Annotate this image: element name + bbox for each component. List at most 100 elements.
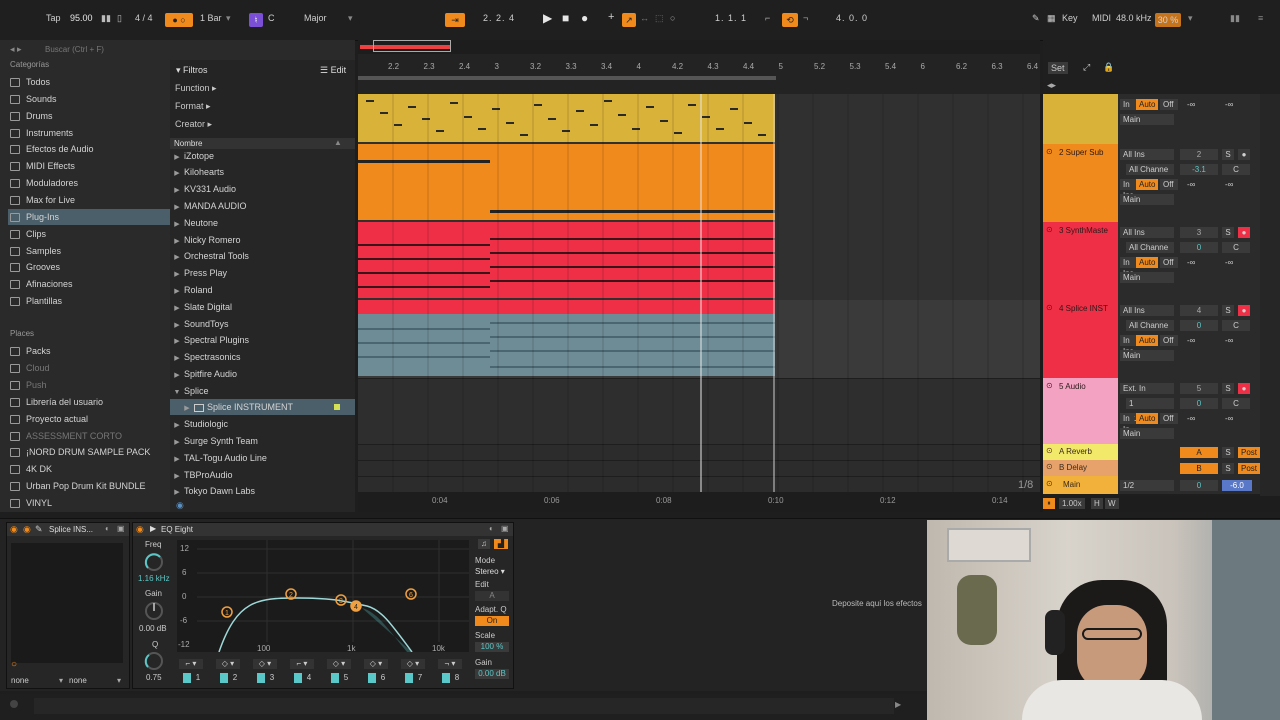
prev-next-locator-icon[interactable]: ◂▸ <box>1047 80 1056 91</box>
list-item-selected[interactable]: ▶ Splice INSTRUMENT <box>170 399 355 415</box>
tap-button[interactable]: Tap <box>46 13 61 23</box>
info-icon[interactable]: ◉ <box>176 500 184 511</box>
list-item[interactable]: ▼ Splice <box>170 383 355 399</box>
post-button[interactable]: Post <box>1238 463 1260 474</box>
place-user-library[interactable]: Librería del usuario <box>10 394 170 410</box>
time-ruler[interactable]: 0:04 0:06 0:08 0:10 0:12 0:14 <box>358 492 1040 512</box>
play-button[interactable]: ▶ <box>543 11 552 25</box>
instrument-title-bar[interactable]: ◉ ◉ ✎ Splice INS... ◐ ▣ <box>7 523 129 536</box>
punch-in-icon[interactable]: ⌐ <box>765 13 770 23</box>
device-menu-icon[interactable]: ◐ <box>489 524 494 533</box>
master-volume-field[interactable]: 0 <box>1180 480 1218 491</box>
sends-b-readout[interactable]: -∞ <box>1222 257 1242 268</box>
list-item[interactable]: ▶ Spectral Plugins <box>170 332 355 348</box>
category-audio-effects[interactable]: Efectos de Audio <box>10 141 170 157</box>
time-signature-field[interactable]: 4 / 4 <box>135 13 153 23</box>
quantize-select[interactable]: 1 Bar <box>200 13 222 23</box>
device-expand-icon[interactable]: ▣ <box>117 524 125 533</box>
place-urban-pop[interactable]: Urban Pop Drum Kit BUNDLE <box>10 478 170 494</box>
spectrum-icon[interactable]: ▟ <box>494 539 508 549</box>
knob-icon[interactable]: ○ <box>11 659 17 670</box>
category-max-for-live[interactable]: Max for Live <box>10 192 170 208</box>
band-shape-select[interactable]: ◇ ▾ <box>216 659 240 669</box>
selector-right[interactable]: none ▾ <box>69 676 121 686</box>
set-locator-button[interactable]: Set <box>1048 62 1068 74</box>
list-item[interactable]: ▶ MANDA AUDIO <box>170 198 355 214</box>
fold-device-icon[interactable]: ◉ <box>23 524 31 535</box>
list-item[interactable]: ▶ Press Play <box>170 265 355 281</box>
list-item[interactable]: ▶ TBProAudio <box>170 467 355 483</box>
filter-format[interactable]: Format ▸ <box>175 101 211 112</box>
band-shape-select[interactable]: ◇ ▾ <box>364 659 388 669</box>
arm-record-icon[interactable]: ● <box>1238 383 1250 394</box>
midi-map-button[interactable]: MIDI <box>1092 13 1111 23</box>
list-item[interactable]: ▶ Slate Digital <box>170 299 355 315</box>
place-4k-dk[interactable]: 4K DK <box>10 461 170 477</box>
scale-mode-icon[interactable]: ♮ <box>249 13 263 27</box>
category-sounds[interactable]: Sounds <box>10 91 170 107</box>
category-templates[interactable]: Plantillas <box>10 293 170 309</box>
key-select[interactable]: C <box>268 13 275 23</box>
track-fold-icon[interactable]: ⊙ <box>1046 446 1053 455</box>
monitor-auto-button[interactable]: Auto <box>1136 99 1158 110</box>
track-fold-icon[interactable]: ⊙ <box>1046 462 1053 471</box>
band-enable-toggle[interactable] <box>183 673 191 683</box>
punch-out-icon[interactable]: ¬ <box>803 13 808 23</box>
list-item[interactable]: ▶ Kilohearts <box>170 164 355 180</box>
return-letter[interactable]: A <box>1180 447 1218 458</box>
width-button[interactable]: W <box>1105 498 1119 509</box>
device-menu-icon[interactable]: ◐ <box>105 524 110 533</box>
master-db-field[interactable]: -6.0 <box>1222 480 1252 491</box>
capture-icon[interactable]: ⬚ <box>655 13 664 24</box>
zoom-readout[interactable]: 1.00x <box>1059 498 1085 509</box>
input-type-select[interactable]: All Ins <box>1120 149 1174 160</box>
q-value[interactable]: 0.75 <box>146 673 162 682</box>
place-vinyl[interactable]: VINYL <box>10 495 170 511</box>
lock-icon[interactable]: 🔒 <box>1103 62 1114 73</box>
band-shape-select[interactable]: ⌐ ▾ <box>290 659 314 669</box>
band-enable-toggle[interactable] <box>257 673 265 683</box>
output-gain-field[interactable]: 0.00 dB <box>475 669 509 679</box>
pan-field[interactable]: C <box>1222 164 1250 175</box>
category-tunings[interactable]: Afinaciones <box>10 276 170 292</box>
gain-value[interactable]: 0.00 dB <box>139 624 167 633</box>
monitor-off-button[interactable]: Off <box>1160 335 1178 346</box>
place-assessment[interactable]: ASSESSMENT CORTO <box>10 428 170 444</box>
headphone-icon[interactable]: ♫ <box>478 539 490 549</box>
scale-select[interactable]: Major <box>304 13 327 23</box>
scale-field[interactable]: 100 % <box>475 642 509 652</box>
q-knob[interactable] <box>143 650 165 672</box>
freq-knob[interactable] <box>143 551 165 573</box>
track-number[interactable]: 2 <box>1180 149 1218 160</box>
band-shape-select[interactable]: ◇ ▾ <box>253 659 277 669</box>
track-header-2[interactable]: ⊙ 2 Super Sub <box>1043 144 1118 222</box>
place-push[interactable]: Push <box>10 377 170 393</box>
output-select[interactable]: Main <box>1120 114 1174 125</box>
sends-b-readout[interactable]: -∞ <box>1222 179 1242 190</box>
monitor-auto-button[interactable]: Auto <box>1136 179 1158 190</box>
follow-icon[interactable]: ⇥ <box>445 13 465 27</box>
volume-field[interactable]: -3.1 <box>1180 164 1218 175</box>
category-todos[interactable]: Todos <box>10 74 170 90</box>
category-midi-effects[interactable]: MIDI Effects <box>10 158 170 174</box>
place-cloud[interactable]: Cloud <box>10 360 170 376</box>
solo-button[interactable]: S <box>1222 227 1234 238</box>
track-fold-icon[interactable]: ⊙ <box>1046 381 1053 390</box>
band-enable-toggle[interactable] <box>294 673 302 683</box>
monitor-off-button[interactable]: Off <box>1160 257 1178 268</box>
category-grooves[interactable]: Grooves <box>10 259 170 275</box>
track-fold-icon[interactable]: ⊙ <box>1046 479 1053 488</box>
adapt-q-toggle[interactable]: On <box>475 616 509 626</box>
track-number[interactable]: 3 <box>1180 227 1218 238</box>
master-track-header[interactable]: ⊙ Main <box>1043 476 1118 494</box>
volume-field[interactable]: 0 <box>1180 242 1218 253</box>
expand-icon[interactable]: ⤢ <box>1083 62 1090 73</box>
band-shape-select[interactable]: ◇ ▾ <box>401 659 425 669</box>
track-fold-icon[interactable]: ⊙ <box>1046 303 1053 312</box>
fold-device-icon[interactable]: ▶ <box>150 524 156 533</box>
session-record-icon[interactable]: ○ <box>670 13 675 23</box>
solo-button[interactable]: S <box>1222 305 1234 316</box>
band-enable-toggle[interactable] <box>405 673 413 683</box>
arrangement-ruler[interactable]: 2.2 2.3 2.4 3 3.2 3.3 3.4 4 4.2 4.3 4.4 5 5.2 5.3 5.4 6… <box>358 40 1040 94</box>
list-item[interactable]: ▶ Nicky Romero <box>170 232 355 248</box>
